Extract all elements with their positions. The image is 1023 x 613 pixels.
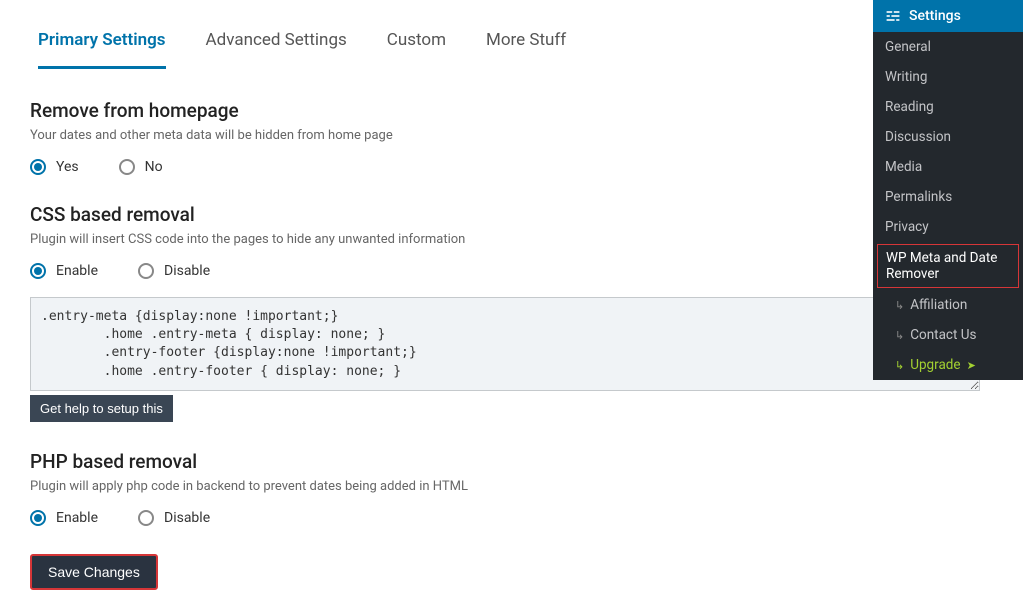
sidebar-item-wp-meta-date-remover[interactable]: WP Meta and Date Remover <box>877 244 1019 288</box>
tab-more-stuff[interactable]: More Stuff <box>486 20 566 69</box>
sidebar-item-permalinks[interactable]: Permalinks <box>873 182 1023 212</box>
radio-label: Yes <box>56 159 79 175</box>
settings-icon <box>885 8 901 24</box>
sidebar-title: Settings <box>909 8 961 24</box>
section-title: Remove from homepage <box>30 99 840 122</box>
sidebar-item-label: Affiliation <box>910 297 967 313</box>
tabs-bar: Primary Settings Advanced Settings Custo… <box>30 20 840 69</box>
sub-indicator-icon: ↳ <box>895 299 904 312</box>
sub-indicator-icon: ↳ <box>895 329 904 342</box>
radio-homepage-yes[interactable] <box>30 159 46 175</box>
tab-advanced-settings[interactable]: Advanced Settings <box>206 20 347 69</box>
radio-label: Enable <box>56 263 98 279</box>
sidebar-item-upgrade[interactable]: ↳ Upgrade ➤ <box>873 350 1023 380</box>
radio-php-disable[interactable] <box>138 510 154 526</box>
section-css-removal: CSS based removal Plugin will insert CSS… <box>30 203 840 422</box>
tab-primary-settings[interactable]: Primary Settings <box>38 20 166 69</box>
section-title: CSS based removal <box>30 203 840 226</box>
tab-custom[interactable]: Custom <box>387 20 446 69</box>
sidebar-item-general[interactable]: General <box>873 32 1023 62</box>
section-desc: Plugin will apply php code in backend to… <box>30 479 840 494</box>
radio-php-enable[interactable] <box>30 510 46 526</box>
sub-indicator-icon: ↳ <box>895 359 904 372</box>
section-title: PHP based removal <box>30 450 840 473</box>
radio-homepage-no[interactable] <box>119 159 135 175</box>
radio-label: Disable <box>164 510 210 526</box>
radio-label: Disable <box>164 263 210 279</box>
sidebar-item-contact-us[interactable]: ↳ Contact Us <box>873 320 1023 350</box>
help-setup-button[interactable]: Get help to setup this <box>30 395 173 422</box>
settings-sidebar: Settings General Writing Reading Discuss… <box>873 0 1023 380</box>
section-desc: Plugin will insert CSS code into the pag… <box>30 232 840 247</box>
sidebar-item-reading[interactable]: Reading <box>873 92 1023 122</box>
sidebar-item-media[interactable]: Media <box>873 152 1023 182</box>
radio-group-php: Enable Disable <box>30 510 840 526</box>
sidebar-item-privacy[interactable]: Privacy <box>873 212 1023 242</box>
sidebar-item-affiliation[interactable]: ↳ Affiliation <box>873 290 1023 320</box>
radio-group-homepage: Yes No <box>30 159 840 175</box>
radio-css-disable[interactable] <box>138 263 154 279</box>
sidebar-item-writing[interactable]: Writing <box>873 62 1023 92</box>
sidebar-item-discussion[interactable]: Discussion <box>873 122 1023 152</box>
radio-css-enable[interactable] <box>30 263 46 279</box>
radio-group-css: Enable Disable <box>30 263 840 279</box>
css-code-textarea[interactable] <box>30 297 980 391</box>
sidebar-item-label: Contact Us <box>910 327 976 343</box>
radio-label: Enable <box>56 510 98 526</box>
section-remove-homepage: Remove from homepage Your dates and othe… <box>30 99 840 175</box>
section-php-removal: PHP based removal Plugin will apply php … <box>30 450 840 526</box>
save-changes-button[interactable]: Save Changes <box>30 554 158 590</box>
sidebar-item-label: Upgrade <box>910 357 960 373</box>
section-desc: Your dates and other meta data will be h… <box>30 128 840 143</box>
arrow-right-icon: ➤ <box>967 359 976 372</box>
radio-label: No <box>145 159 163 175</box>
sidebar-header: Settings <box>873 0 1023 32</box>
